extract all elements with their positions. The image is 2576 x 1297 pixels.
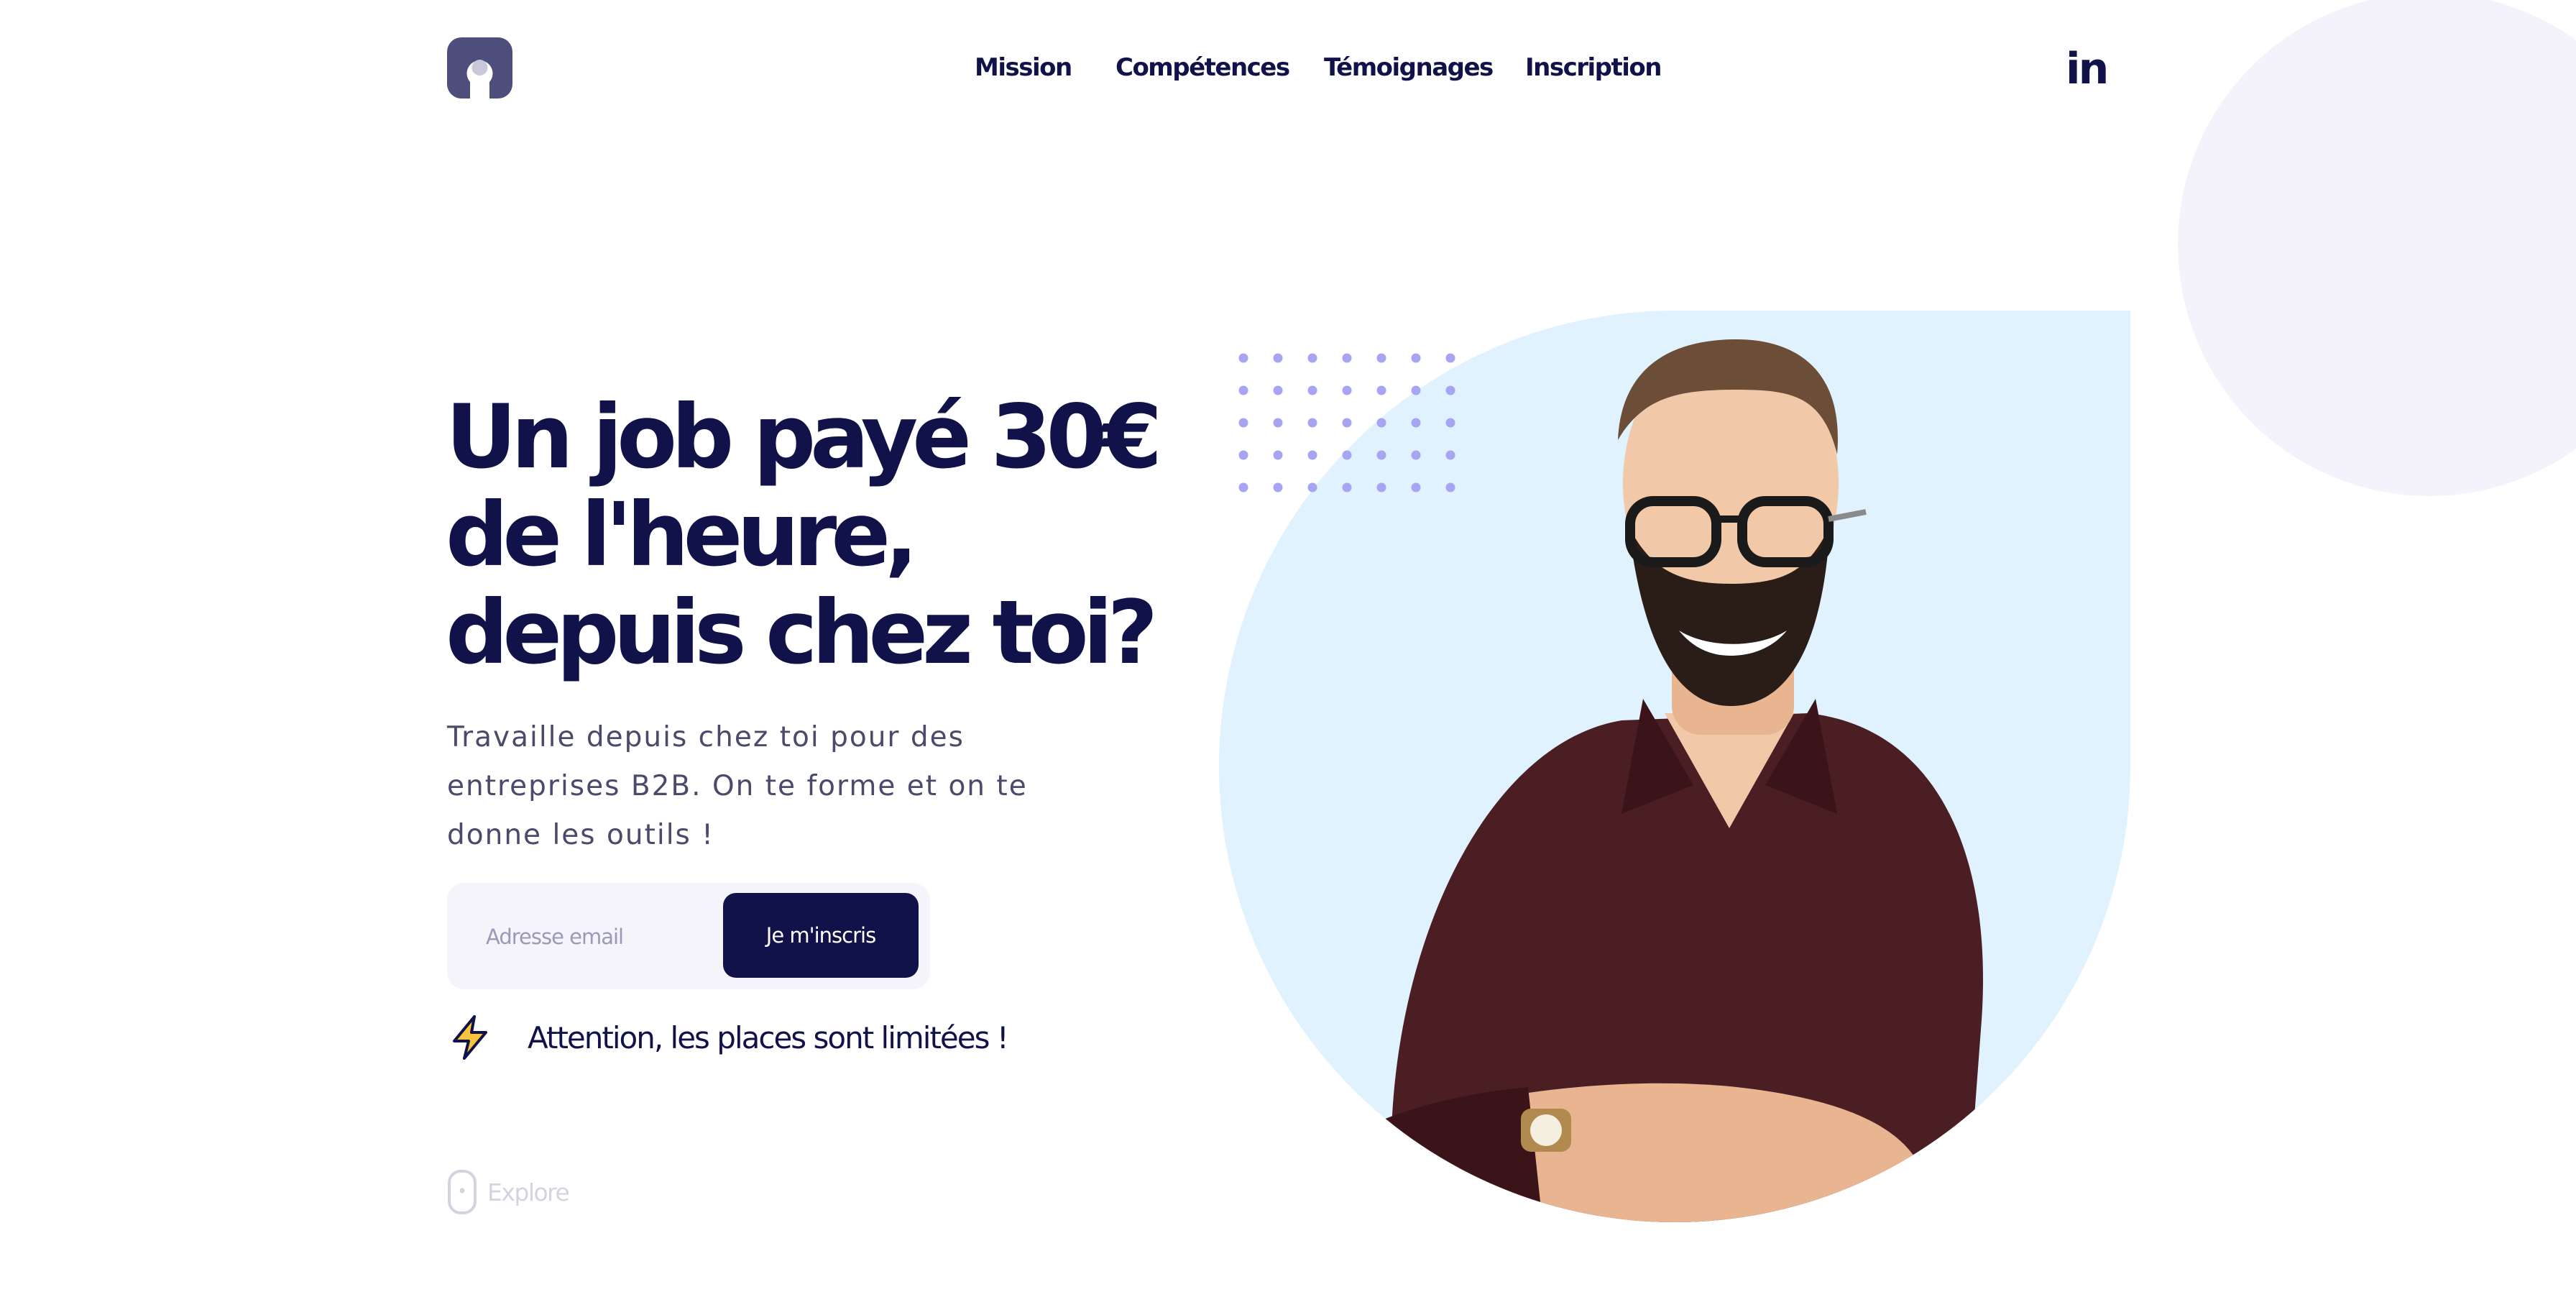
- hero-subtitle: Travaille depuis chez toi pour des entre…: [447, 721, 1028, 851]
- decorative-dot: [1342, 418, 1352, 428]
- decorative-dot: [1445, 353, 1455, 363]
- warning-notice: Attention, les places sont limitées !: [447, 1012, 1009, 1063]
- mouse-icon: [448, 1170, 477, 1214]
- decorative-dot: [1342, 353, 1352, 363]
- decorative-dot: [1445, 418, 1455, 428]
- decorative-dot: [1376, 482, 1386, 492]
- lightning-icon: [453, 1015, 487, 1060]
- signup-form: Je m'inscris: [447, 883, 930, 989]
- decorative-dot: [1411, 482, 1421, 492]
- decorative-dot: [1273, 385, 1283, 395]
- decorative-dot: [1307, 385, 1317, 395]
- decorative-dot: [1376, 450, 1386, 460]
- decorative-dot-grid: [1238, 353, 1455, 492]
- decorative-dot: [1376, 418, 1386, 428]
- decorative-dot: [1238, 482, 1248, 492]
- decorative-dot: [1307, 418, 1317, 428]
- decorative-dot: [1238, 418, 1248, 428]
- nav-item-mission[interactable]: Mission: [975, 53, 1072, 82]
- decorative-dot: [1376, 385, 1386, 395]
- decorative-dot: [1307, 482, 1317, 492]
- decorative-dot: [1445, 450, 1455, 460]
- explore-label: Explore: [487, 1178, 570, 1206]
- decorative-dot: [1273, 482, 1283, 492]
- warning-text: Attention, les places sont limitées !: [528, 1019, 1009, 1055]
- explore-link[interactable]: Explore: [447, 1169, 570, 1215]
- decorative-dot: [1273, 418, 1283, 428]
- decorative-dot: [1238, 385, 1248, 395]
- nav-item-temoignages[interactable]: Témoignages: [1324, 53, 1494, 82]
- signup-button[interactable]: Je m'inscris: [723, 893, 919, 978]
- decorative-dot: [1342, 450, 1352, 460]
- decorative-dot: [1307, 450, 1317, 460]
- nav-item-inscription[interactable]: Inscription: [1525, 53, 1662, 82]
- hero-title: Un job payé 30€ de l'heure, depuis chez …: [446, 386, 1162, 684]
- decorative-dot: [1445, 385, 1455, 395]
- decorative-dot: [1411, 418, 1421, 428]
- linkedin-icon[interactable]: in: [2066, 47, 2109, 91]
- decorative-dot: [1342, 482, 1352, 492]
- email-input[interactable]: [486, 912, 723, 962]
- decorative-dot: [1376, 353, 1386, 363]
- decorative-dot: [1342, 385, 1352, 395]
- nav-item-competences[interactable]: Compétences: [1116, 53, 1290, 82]
- decorative-dot: [1445, 482, 1455, 492]
- decorative-dot: [1238, 450, 1248, 460]
- decorative-dot: [1411, 385, 1421, 395]
- decorative-dot: [1273, 353, 1283, 363]
- decorative-dot: [1273, 450, 1283, 460]
- decorative-dot: [1307, 353, 1317, 363]
- decorative-dot: [1238, 353, 1248, 363]
- main-nav: Mission Compétences Témoignages Inscript…: [0, 53, 2576, 89]
- decorative-dot: [1411, 450, 1421, 460]
- decorative-dot: [1411, 353, 1421, 363]
